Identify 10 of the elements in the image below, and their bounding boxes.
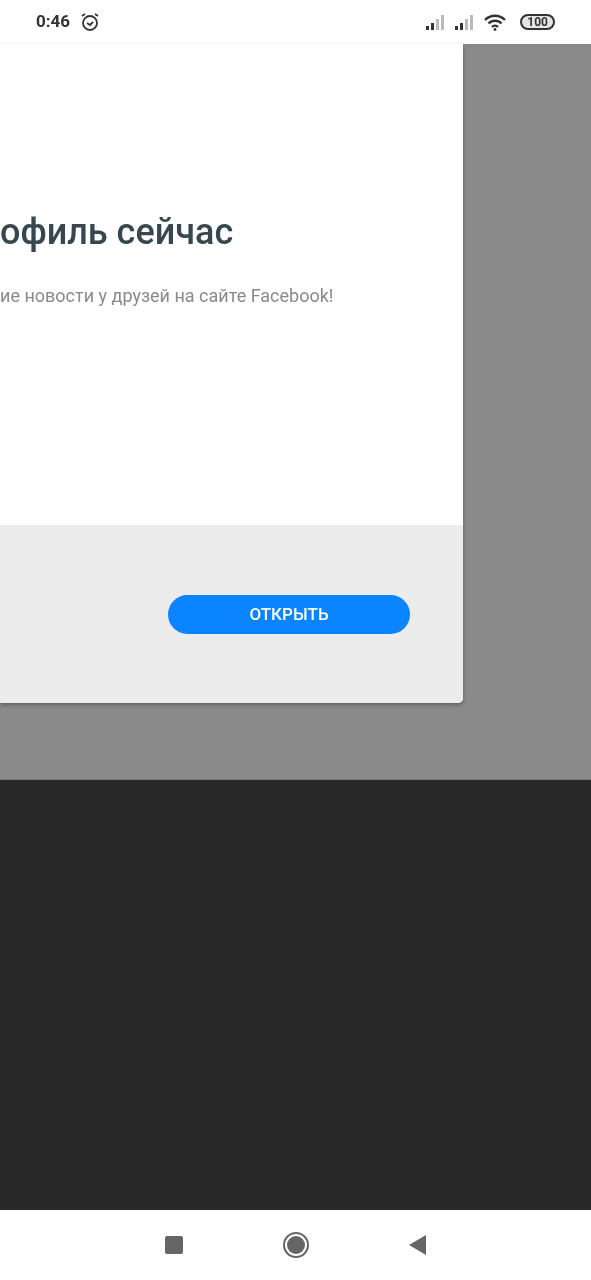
back-icon[interactable]: [408, 1235, 427, 1255]
clock-time: 0:46: [36, 10, 71, 34]
recents-icon[interactable]: [164, 1236, 183, 1254]
home-icon[interactable]: [282, 1232, 309, 1258]
wifi-icon: [484, 13, 507, 31]
open-button[interactable]: ОТКРЫТЬ: [168, 595, 410, 634]
dialog-subtitle: ие новости у друзей на сайте Facebook!: [0, 284, 335, 308]
battery-indicator: 100: [520, 14, 555, 30]
alarm-icon: [80, 12, 101, 32]
dialog-title: офиль сейчас: [0, 210, 235, 254]
